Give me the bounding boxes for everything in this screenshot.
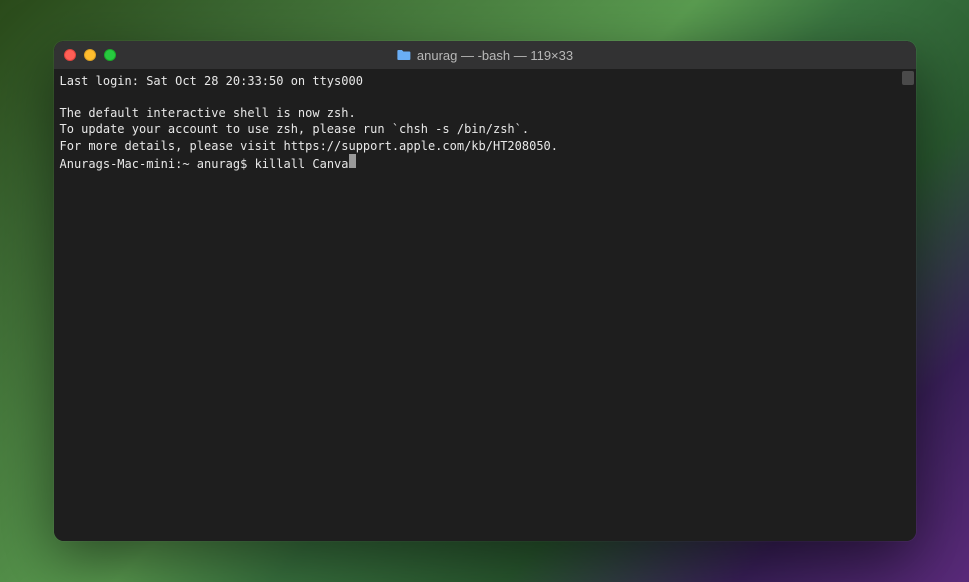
typed-command: killall Canva <box>255 156 349 172</box>
terminal-output-line: Last login: Sat Oct 28 20:33:50 on ttys0… <box>60 73 910 89</box>
close-button[interactable] <box>64 49 76 61</box>
terminal-window: anurag — -bash — 119×33 Last login: Sat … <box>54 41 916 541</box>
scrollbar[interactable] <box>902 71 914 85</box>
traffic-lights <box>64 49 116 61</box>
terminal-output-line: To update your account to use zsh, pleas… <box>60 121 910 137</box>
terminal-body[interactable]: Last login: Sat Oct 28 20:33:50 on ttys0… <box>54 69 916 541</box>
minimize-button[interactable] <box>84 49 96 61</box>
terminal-output-line: The default interactive shell is now zsh… <box>60 105 910 121</box>
terminal-output-line: For more details, please visit https://s… <box>60 138 910 154</box>
blank-line <box>60 89 910 105</box>
maximize-button[interactable] <box>104 49 116 61</box>
window-title: anurag — -bash — 119×33 <box>417 48 573 63</box>
folder-icon <box>396 49 411 61</box>
prompt-prefix: Anurags-Mac-mini:~ anurag$ <box>60 156 255 172</box>
title-bar[interactable]: anurag — -bash — 119×33 <box>54 41 916 69</box>
window-title-container: anurag — -bash — 119×33 <box>396 48 573 63</box>
cursor <box>349 154 356 168</box>
prompt-line: Anurags-Mac-mini:~ anurag$ killall Canva <box>60 154 910 172</box>
